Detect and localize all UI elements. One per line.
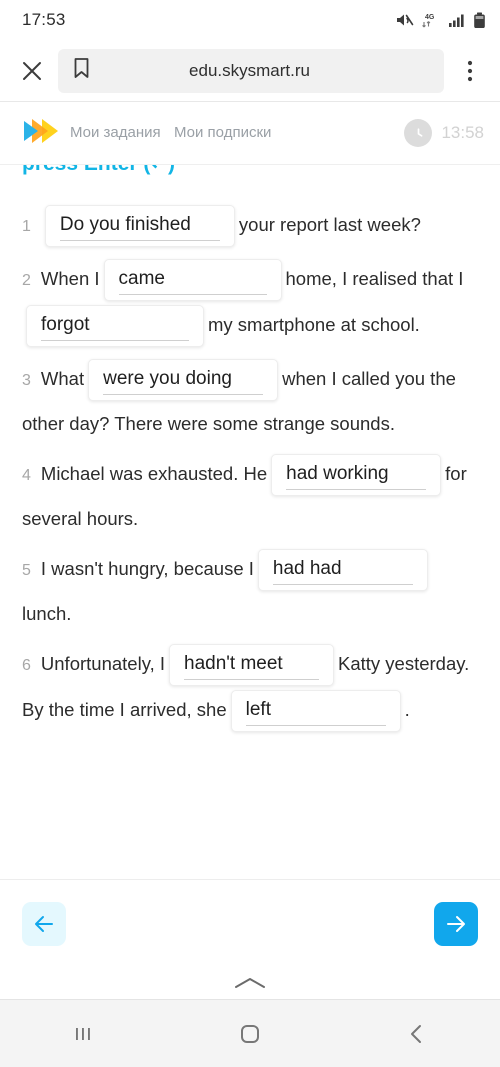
android-navigation-bar [0,999,500,1067]
answer-input[interactable]: had working [271,454,442,496]
status-bar-clock: 17:53 [22,10,66,29]
clock-icon [404,119,433,147]
svg-text:4G: 4G [425,14,435,21]
url-bar[interactable]: edu.skysmart.ru [58,48,444,93]
back-icon [410,1024,421,1043]
task-number: 2 [22,271,31,289]
press-enter-hint: press Enter (↵) [22,165,175,176]
status-bar-icons: 4G [395,12,486,29]
overflow-menu-button[interactable] [450,51,490,91]
task-text: Michael was exhausted. He [40,462,268,484]
task-number: 1 [22,217,31,235]
answer-input[interactable]: Do you finished [44,205,235,247]
task-text: . [404,698,410,720]
arrow-left-icon [35,915,53,932]
status-bar: 17:53 4G [0,0,500,40]
url-text[interactable]: edu.skysmart.ru [91,61,430,81]
task-item: 4 Michael was exhausted. He had working for… [22,452,478,539]
exercise-content: press Enter (↵) 1 Do you finishedyour rep… [0,164,500,879]
task-item: 3 What were you doing when I called you the… [22,357,478,444]
task-text: When I [40,267,100,289]
task-text: lunch. [22,603,72,624]
4g-data-icon: 4G [421,12,441,28]
task-list: 1 Do you finished your report last week? 2… [0,165,500,734]
next-button[interactable] [434,901,478,946]
task-text: What [40,367,85,389]
tab-my-subscriptions[interactable]: Мои подписки [168,123,272,142]
overflow-menu-icon [467,60,473,81]
recents-icon [76,1027,91,1040]
task-text: Unfortunately, I [40,652,165,674]
chevron-up-icon [235,978,265,988]
task-item: 6 Unfortunately, Ihadn't meet Katty yester… [22,642,478,734]
task-text: I wasn't hungry, because I [40,557,254,579]
task-item: 1 Do you finished your report last week? [22,203,478,249]
home-icon [240,1024,259,1043]
task-text: my smartphone at school. [208,313,420,335]
browser-toolbar: edu.skysmart.ru [0,40,500,102]
answer-input[interactable]: were you doing [88,359,279,401]
answer-input[interactable]: left [230,690,401,732]
answer-input[interactable]: forgot [26,305,204,347]
task-number: 6 [22,656,31,674]
previous-button[interactable] [22,901,66,946]
signal-bars-icon [448,12,466,28]
answer-input[interactable]: came [103,259,282,301]
task-text: home, I realised that I [285,267,464,289]
site-header: Мои задания Мои подписки 13:58 [0,102,500,164]
tab-my-tasks[interactable]: Мои задания [64,123,168,142]
mute-icon [395,12,414,28]
answer-input[interactable]: had had [257,549,428,591]
task-item: 2 When Icame home, I realised that I forgot… [22,257,478,349]
exercise-footer-nav [0,879,500,967]
task-item: 5 I wasn't hungry, because Ihad had lunch. [22,547,478,634]
skysmart-logo[interactable] [18,115,64,152]
battery-icon [473,12,486,29]
task-number: 5 [22,561,31,579]
arrow-right-icon [447,915,465,932]
collapse-handle[interactable] [0,967,500,999]
task-text: your report last week? [238,213,421,235]
bookmark-icon[interactable] [72,57,91,84]
recents-button[interactable] [48,1010,118,1058]
answer-input[interactable]: hadn't meet [169,644,334,686]
timer-value: 13:58 [441,123,484,142]
lesson-timer: 13:58 [404,119,484,147]
close-icon [23,61,41,80]
back-button[interactable] [382,1010,452,1058]
task-number: 3 [22,371,31,389]
close-tab-button[interactable] [12,51,52,91]
task-number: 4 [22,466,31,484]
home-button[interactable] [215,1010,285,1058]
